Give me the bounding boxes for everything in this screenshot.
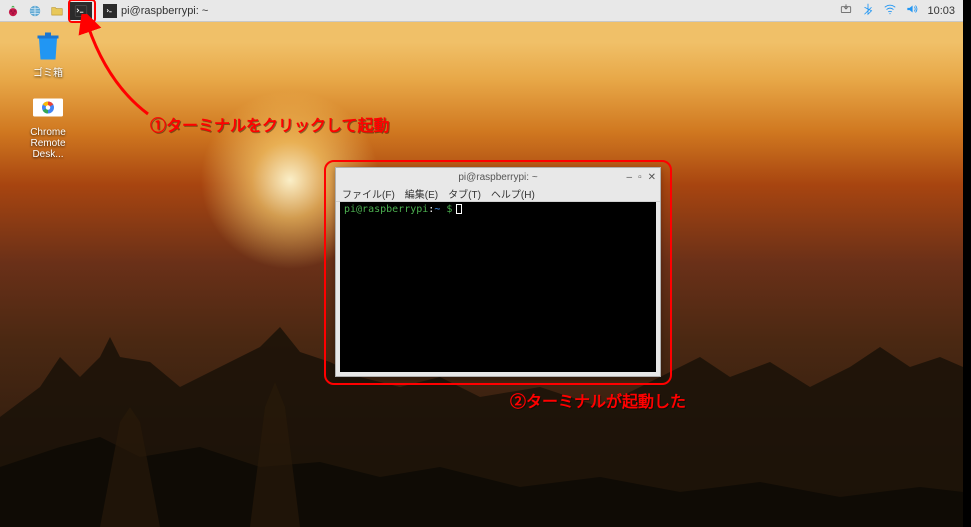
desktop-background: pi@raspberrypi: ~ 10:03: [0, 0, 963, 527]
prompt-user: pi@raspberrypi: [344, 204, 428, 215]
menu-file[interactable]: ファイル(F): [342, 186, 395, 201]
taskbar-app-label: pi@raspberrypi: ~: [121, 5, 208, 17]
taskbar-app-entry[interactable]: pi@raspberrypi: ~: [96, 2, 215, 20]
close-button[interactable]: ✕: [648, 172, 656, 183]
terminal-window[interactable]: pi@raspberrypi: ~ – ▫ ✕ ファイル(F) 編集(E) タブ…: [335, 167, 661, 377]
chrome-remote-label: Chrome Remote Desk...: [18, 127, 78, 160]
taskbar-clock[interactable]: 10:03: [927, 5, 955, 17]
trash-icon[interactable]: ゴミ箱: [18, 28, 78, 79]
prompt-dollar: $: [440, 204, 452, 215]
terminal-cursor: [456, 204, 462, 214]
menu-edit[interactable]: 編集(E): [405, 186, 438, 201]
updates-icon[interactable]: [839, 2, 853, 19]
terminal-menubar: ファイル(F) 編集(E) タブ(T) ヘルプ(H): [336, 186, 660, 202]
maximize-button[interactable]: ▫: [638, 172, 642, 183]
annotation-text-1: ①ターミナルをクリックして起動: [150, 112, 390, 136]
menu-tab[interactable]: タブ(T): [448, 186, 481, 201]
terminal-body[interactable]: pi@raspberrypi:~ $: [340, 202, 656, 372]
taskbar: pi@raspberrypi: ~ 10:03: [0, 0, 963, 22]
chrome-remote-desktop-icon[interactable]: Chrome Remote Desk...: [18, 91, 78, 160]
bluetooth-icon[interactable]: [861, 2, 875, 19]
raspberry-menu-icon[interactable]: [4, 2, 22, 20]
minimize-button[interactable]: –: [627, 172, 633, 183]
file-manager-icon[interactable]: [48, 2, 66, 20]
terminal-title: pi@raspberrypi: ~: [336, 172, 660, 183]
trash-label: ゴミ箱: [33, 64, 63, 79]
desktop-icons: ゴミ箱 Chrome Remote Desk...: [18, 28, 78, 160]
web-browser-icon[interactable]: [26, 2, 44, 20]
terminal-titlebar[interactable]: pi@raspberrypi: ~ – ▫ ✕: [336, 168, 660, 186]
annotation-text-2: ②ターミナルが起動した: [510, 388, 686, 412]
annotation-highlight-launcher: [68, 0, 96, 23]
annotation-arrow: [78, 14, 158, 124]
menu-help[interactable]: ヘルプ(H): [491, 186, 535, 201]
volume-icon[interactable]: [905, 2, 919, 19]
wifi-icon[interactable]: [883, 2, 897, 19]
terminal-icon: [103, 4, 117, 18]
